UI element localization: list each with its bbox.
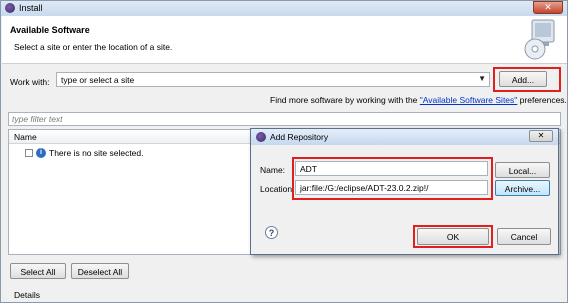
dialog-close-button[interactable]: ✕ xyxy=(529,130,553,142)
page-header: Available Software Select a site or ente… xyxy=(2,16,567,64)
ok-button-highlight xyxy=(413,225,493,248)
software-cd-icon xyxy=(524,19,555,60)
deselect-all-button[interactable]: Deselect All xyxy=(71,263,129,279)
repository-fields-highlight xyxy=(292,157,493,200)
install-window: Install ✕ Available Software Select a si… xyxy=(0,0,568,303)
dialog-app-icon xyxy=(256,132,266,142)
window-title: Install xyxy=(19,3,43,13)
empty-row-text: There is no site selected. xyxy=(49,148,144,158)
work-with-combo-value: type or select a site xyxy=(61,75,135,85)
add-button-highlight xyxy=(493,67,561,92)
dialog-title: Add Repository xyxy=(270,132,329,142)
work-with-label: Work with: xyxy=(10,77,50,87)
cancel-button[interactable]: Cancel xyxy=(497,228,551,245)
install-app-icon xyxy=(5,3,15,13)
page-title: Available Software xyxy=(10,25,90,35)
row-checkbox[interactable] xyxy=(25,149,33,157)
archive-button[interactable]: Archive... xyxy=(495,180,550,196)
name-label: Name: xyxy=(260,165,286,175)
location-label: Location: xyxy=(260,184,295,194)
tree-row[interactable]: i There is no site selected. xyxy=(25,148,144,158)
help-icon[interactable]: ? xyxy=(265,226,278,239)
details-label: Details xyxy=(14,290,40,300)
find-more-text: Find more software by working with the "… xyxy=(270,95,567,105)
page-description: Select a site or enter the location of a… xyxy=(14,42,173,52)
find-more-suffix: preferences. xyxy=(517,95,567,105)
available-software-sites-link[interactable]: "Available Software Sites" xyxy=(420,95,518,105)
dropdown-arrow-icon[interactable]: ▼ xyxy=(478,74,486,83)
select-all-button[interactable]: Select All xyxy=(10,263,66,279)
dialog-title-bar: Add Repository ✕ xyxy=(251,129,558,145)
add-repository-dialog: Add Repository ✕ Name: ADT Location: jar… xyxy=(250,128,559,255)
find-more-prefix: Find more software by working with the xyxy=(270,95,420,105)
work-with-combo[interactable]: type or select a site ▼ xyxy=(56,72,490,87)
filter-input[interactable]: type filter text xyxy=(8,112,561,126)
title-bar: Install ✕ xyxy=(1,1,567,16)
local-button[interactable]: Local... xyxy=(495,162,550,178)
info-icon: i xyxy=(36,148,46,158)
close-window-button[interactable]: ✕ xyxy=(533,1,563,14)
